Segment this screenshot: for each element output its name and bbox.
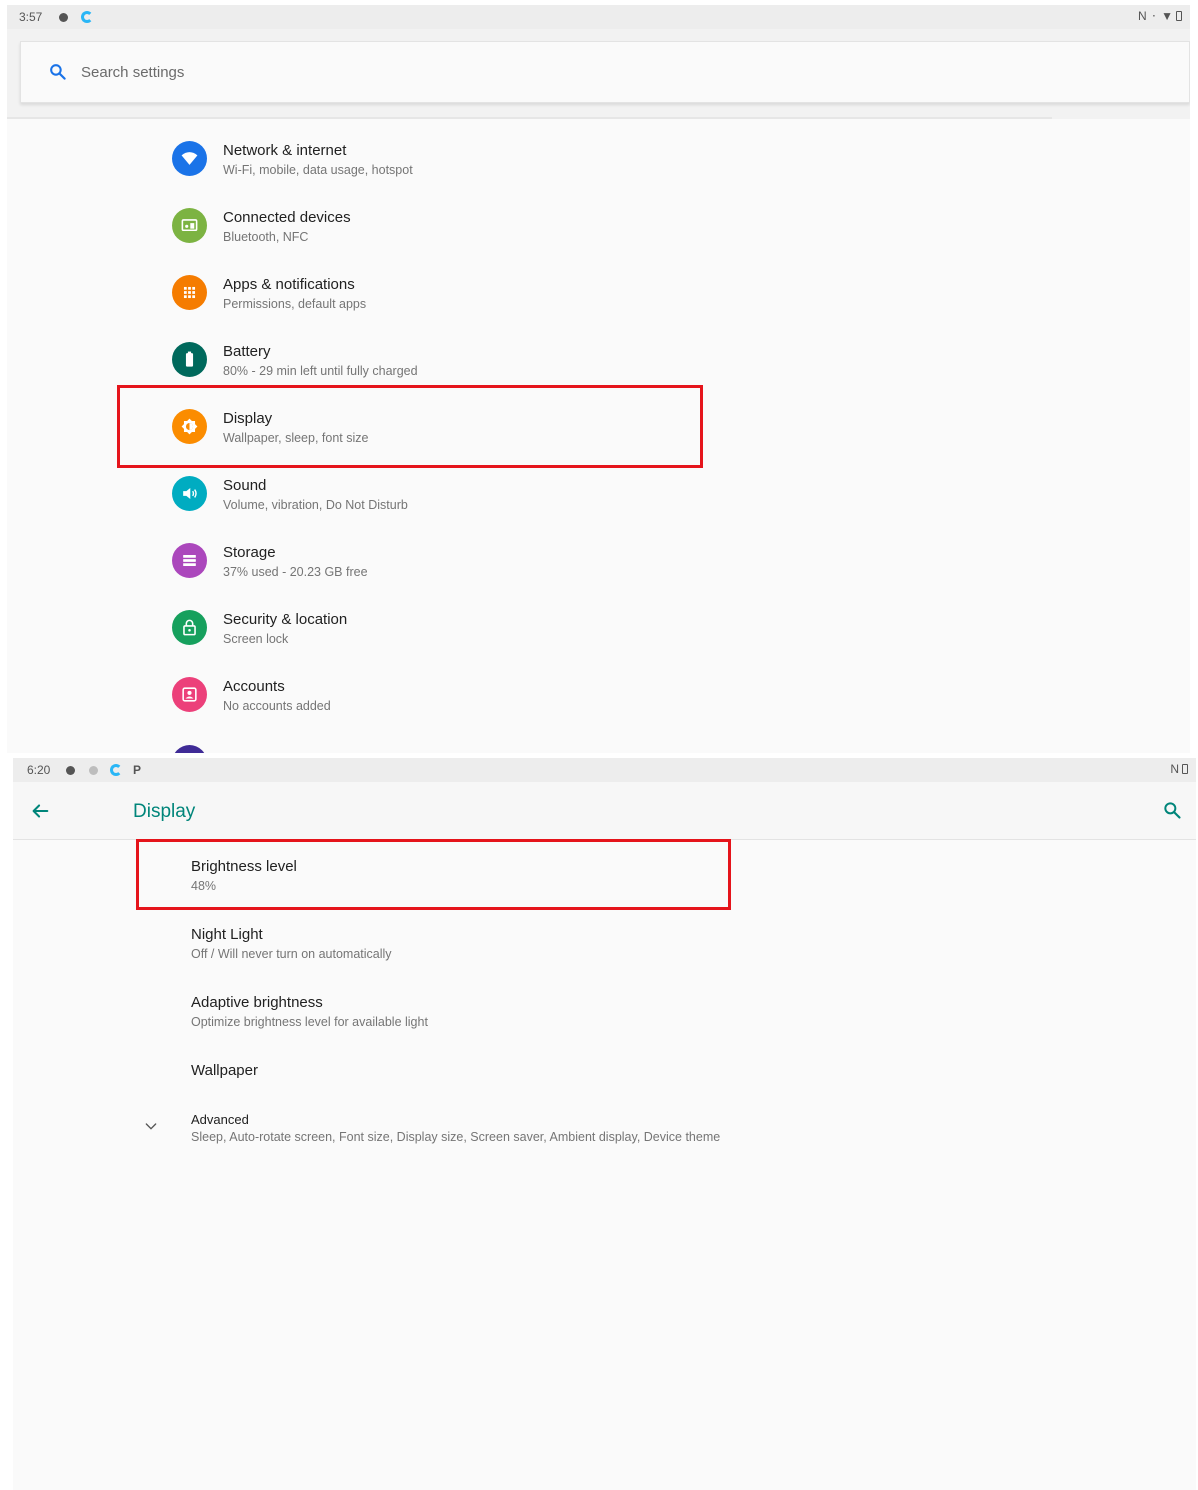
- brightness-icon: [172, 409, 207, 444]
- setting-title: Battery: [223, 343, 271, 360]
- setting-adaptive-brightness[interactable]: Adaptive brightness Optimize brightness …: [133, 978, 933, 1044]
- setting-subtitle: 48%: [191, 879, 217, 893]
- setting-title: Night Light: [191, 926, 263, 943]
- status-bar: 3:57 N ⋅ ▼: [7, 5, 1190, 29]
- parking-icon: P: [133, 763, 142, 777]
- notification-dot-icon: [59, 13, 68, 22]
- battery-icon: [172, 342, 207, 377]
- status-icons-text: N: [1170, 762, 1180, 776]
- setting-apps-notifications[interactable]: Apps & notifications Permissions, defaul…: [167, 266, 727, 326]
- setting-title: Display: [223, 410, 273, 427]
- setting-connected-devices[interactable]: Connected devices Bluetooth, NFC: [167, 199, 727, 259]
- setting-storage[interactable]: Storage 37% used - 20.23 GB free: [167, 534, 727, 594]
- search-input[interactable]: Search settings: [81, 64, 184, 81]
- devices-icon: [172, 208, 207, 243]
- status-icons-text: N ⋅ ▼: [1137, 9, 1174, 23]
- setting-title: Advanced: [191, 1112, 249, 1127]
- wifi-icon: [172, 141, 207, 176]
- setting-title: Adaptive brightness: [191, 994, 323, 1011]
- setting-subtitle: 80% - 29 min left until fully charged: [223, 364, 418, 378]
- lock-icon: [172, 610, 207, 645]
- search-icon[interactable]: [1162, 800, 1182, 820]
- back-arrow-icon[interactable]: [29, 800, 51, 822]
- setting-advanced[interactable]: Advanced Sleep, Auto-rotate screen, Font…: [133, 1098, 933, 1154]
- account-icon: [172, 677, 207, 712]
- status-time: 6:20: [27, 763, 51, 777]
- setting-title: Accounts: [223, 678, 285, 695]
- setting-brightness-level[interactable]: Brightness level 48%: [133, 842, 933, 908]
- status-time: 3:57: [19, 10, 43, 24]
- setting-night-light[interactable]: Night Light Off / Will never turn on aut…: [133, 910, 933, 976]
- divider: [7, 117, 1052, 119]
- display-settings-screenshot: 6:20 P N Display Brightness level 48% Ni…: [13, 758, 1196, 1490]
- setting-wallpaper[interactable]: Wallpaper: [133, 1046, 933, 1096]
- setting-subtitle: Bluetooth, NFC: [223, 230, 309, 244]
- search-bar[interactable]: Search settings: [20, 41, 1190, 103]
- battery-status-icon: [1176, 11, 1182, 21]
- setting-sound[interactable]: Sound Volume, vibration, Do Not Disturb: [167, 467, 727, 527]
- setting-title: Storage: [223, 544, 276, 561]
- setting-accessibility-partial[interactable]: [167, 735, 727, 753]
- setting-title: Wallpaper: [191, 1062, 258, 1079]
- page-title: Display: [133, 801, 196, 822]
- setting-subtitle: Off / Will never turn on automatically: [191, 947, 392, 961]
- setting-security-location[interactable]: Security & location Screen lock: [167, 601, 727, 661]
- sync-icon: [81, 11, 93, 23]
- search-icon: [50, 64, 66, 80]
- setting-display[interactable]: Display Wallpaper, sleep, font size: [167, 400, 727, 460]
- setting-subtitle: Volume, vibration, Do Not Disturb: [223, 498, 408, 512]
- setting-title: Apps & notifications: [223, 276, 355, 293]
- battery-status-icon: [1182, 764, 1188, 774]
- status-bar: 6:20 P N: [13, 758, 1196, 782]
- setting-title: Security & location: [223, 611, 348, 628]
- storage-icon: [172, 543, 207, 578]
- app-bar: Display: [13, 782, 1196, 840]
- setting-subtitle: 37% used - 20.23 GB free: [223, 565, 368, 579]
- search-area: Search settings: [7, 29, 1190, 119]
- setting-subtitle: Permissions, default apps: [223, 297, 367, 311]
- apps-icon: [172, 275, 207, 310]
- setting-subtitle: Screen lock: [223, 632, 289, 646]
- volume-icon: [172, 476, 207, 511]
- setting-subtitle: Wallpaper, sleep, font size: [223, 431, 369, 445]
- notification-dot-icon: [66, 766, 75, 775]
- sync-icon: [110, 764, 122, 776]
- setting-subtitle: Sleep, Auto-rotate screen, Font size, Di…: [191, 1130, 721, 1144]
- chevron-down-icon: [145, 1123, 157, 1130]
- setting-battery[interactable]: Battery 80% - 29 min left until fully ch…: [167, 333, 727, 393]
- accessibility-icon: [172, 745, 207, 753]
- setting-accounts[interactable]: Accounts No accounts added: [167, 668, 727, 728]
- setting-title: Connected devices: [223, 209, 351, 226]
- setting-subtitle: Wi-Fi, mobile, data usage, hotspot: [223, 163, 413, 177]
- setting-title: Network & internet: [223, 142, 347, 159]
- setting-network-internet[interactable]: Network & internet Wi-Fi, mobile, data u…: [167, 132, 727, 192]
- status-right-icons: N: [1170, 762, 1188, 776]
- wifi-status-icon: [89, 766, 98, 775]
- settings-home-screenshot: 3:57 N ⋅ ▼ Search settings Network & int…: [7, 5, 1190, 753]
- setting-subtitle: No accounts added: [223, 699, 331, 713]
- setting-subtitle: Optimize brightness level for available …: [191, 1015, 428, 1029]
- setting-title: Sound: [223, 477, 267, 494]
- setting-title: Brightness level: [191, 858, 297, 875]
- status-right-icons: N ⋅ ▼: [1138, 9, 1182, 23]
